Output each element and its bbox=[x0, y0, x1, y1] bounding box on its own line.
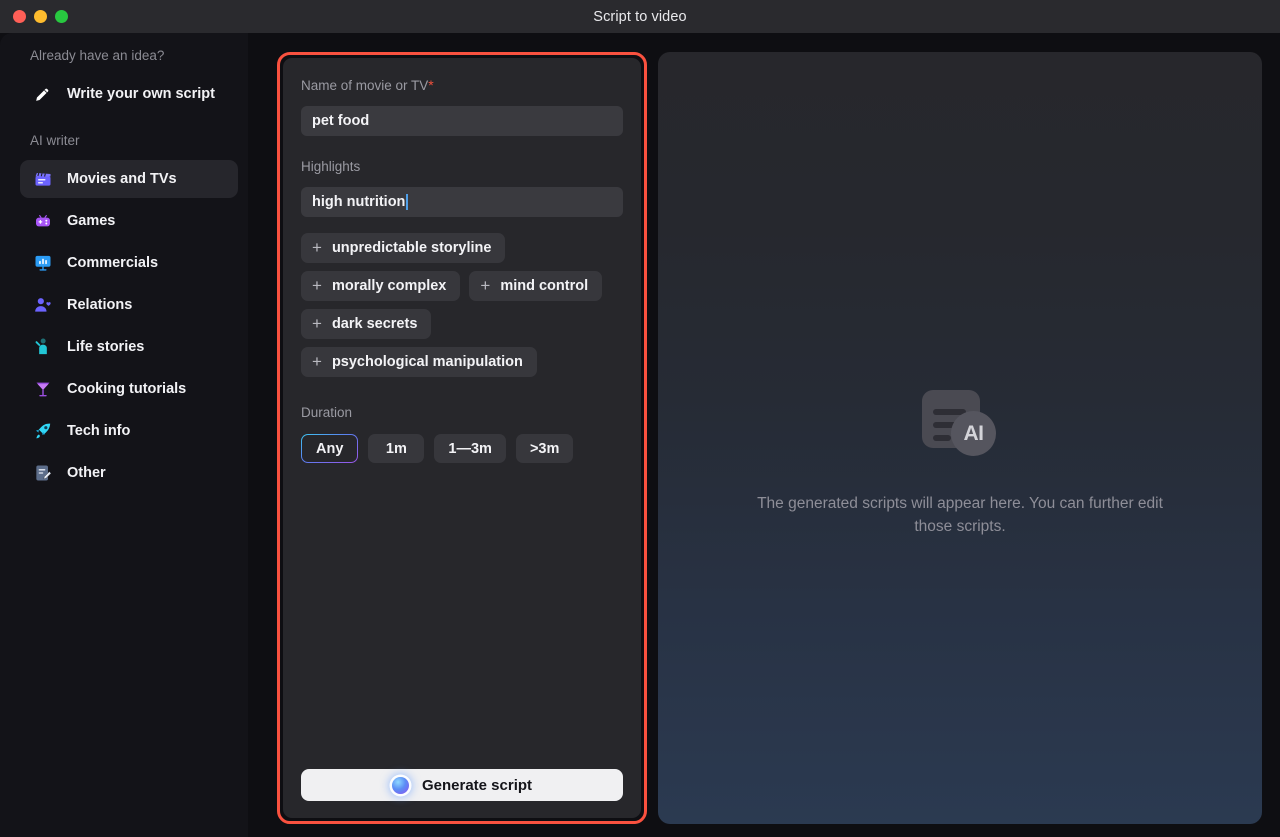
sidebar-item-commercials[interactable]: Commercials bbox=[20, 244, 238, 282]
app-body: Already have an idea? Write your own scr… bbox=[0, 33, 1280, 837]
sidebar-items-list: Movies and TVs Games Commercials Relatio… bbox=[0, 160, 248, 492]
chip-label: mind control bbox=[500, 278, 589, 294]
note-edit-icon bbox=[32, 463, 53, 484]
sidebar-item-tech-info[interactable]: Tech info bbox=[20, 412, 238, 450]
chip-unpredictable-storyline[interactable]: + unpredictable storyline bbox=[301, 233, 506, 263]
plus-icon: + bbox=[312, 238, 322, 257]
pencil-icon bbox=[32, 84, 53, 105]
duration-options: Any 1m 1—3m >3m bbox=[301, 434, 623, 463]
sidebar-ai-writer-label: AI writer bbox=[30, 133, 80, 148]
duration-option-label: 1m bbox=[385, 440, 407, 457]
duration-option-label: Any bbox=[316, 440, 344, 457]
clapperboard-icon bbox=[32, 169, 53, 190]
duration-option-1m[interactable]: 1m bbox=[368, 434, 425, 463]
sidebar-item-write-your-own-script[interactable]: Write your own script bbox=[20, 75, 238, 113]
chip-mind-control[interactable]: + mind control bbox=[469, 271, 603, 301]
plus-icon: + bbox=[312, 352, 322, 371]
sidebar-idea-section-label: Already have an idea? bbox=[30, 48, 165, 63]
duration-field-label: Duration bbox=[301, 405, 353, 420]
highlights-input-value: high nutrition bbox=[312, 194, 406, 210]
sidebar-item-relations[interactable]: Relations bbox=[20, 286, 238, 324]
sidebar-item-life-stories[interactable]: Life stories bbox=[20, 328, 238, 366]
script-preview-panel: AI The generated scripts will appear her… bbox=[658, 52, 1262, 824]
chip-psychological-manipulation[interactable]: + psychological manipulation bbox=[301, 347, 537, 377]
generate-script-label: Generate script bbox=[421, 776, 533, 794]
chip-dark-secrets[interactable]: + dark secrets bbox=[301, 309, 432, 339]
rocket-icon bbox=[32, 421, 53, 442]
sidebar-item-label: Cooking tutorials bbox=[67, 381, 187, 397]
sidebar-item-cooking-tutorials[interactable]: Cooking tutorials bbox=[20, 370, 238, 408]
name-field-label: Name of movie or TV* bbox=[301, 76, 623, 95]
window-titlebar: Script to video bbox=[0, 0, 1280, 33]
sidebar-item-label: Movies and TVs bbox=[67, 171, 177, 187]
sidebar-item-label: Tech info bbox=[67, 423, 131, 439]
sidebar-item-label: Commercials bbox=[67, 255, 159, 271]
highlights-field-label: Highlights bbox=[301, 159, 361, 174]
duration-option-label: >3m bbox=[529, 440, 560, 457]
duration-option-over-3m[interactable]: >3m bbox=[515, 434, 574, 463]
required-asterisk: * bbox=[428, 77, 434, 93]
chip-label: morally complex bbox=[331, 278, 447, 294]
presentation-chart-icon bbox=[32, 253, 53, 274]
preview-empty-state: AI The generated scripts will appear her… bbox=[658, 390, 1262, 538]
name-input[interactable]: pet food bbox=[301, 106, 623, 136]
sidebar-item-label: Games bbox=[67, 213, 116, 229]
preview-empty-message: The generated scripts will appear here. … bbox=[757, 495, 1163, 535]
person-waving-icon bbox=[32, 337, 53, 358]
chip-label: dark secrets bbox=[331, 316, 418, 332]
ai-badge: AI bbox=[951, 411, 996, 456]
sidebar: Already have an idea? Write your own scr… bbox=[0, 33, 248, 837]
sidebar-item-label: Life stories bbox=[67, 339, 145, 355]
generate-script-button[interactable]: Generate script bbox=[301, 769, 623, 801]
name-field-label-text: Name of movie or TV bbox=[301, 78, 429, 93]
sidebar-item-label: Relations bbox=[67, 297, 133, 313]
script-form-panel: Name of movie or TV* pet food Highlights… bbox=[283, 58, 641, 818]
sidebar-item-label: Write your own script bbox=[67, 86, 215, 102]
window-title: Script to video bbox=[593, 8, 687, 25]
sidebar-item-movies-and-tvs[interactable]: Movies and TVs bbox=[20, 160, 238, 198]
chip-label: unpredictable storyline bbox=[331, 240, 492, 256]
person-heart-icon bbox=[32, 295, 53, 316]
gamepad-icon bbox=[32, 211, 53, 232]
plus-icon: + bbox=[312, 314, 322, 333]
duration-option-label: 1—3m bbox=[448, 440, 492, 457]
highlight-suggestion-chips: + unpredictable storyline + morally comp… bbox=[301, 233, 623, 377]
document-line bbox=[933, 435, 951, 441]
plus-icon: + bbox=[480, 276, 491, 295]
form-panel-highlight-outline: Name of movie or TV* pet food Highlights… bbox=[277, 52, 647, 824]
highlights-input[interactable]: high nutrition bbox=[301, 187, 623, 217]
chip-morally-complex[interactable]: + morally complex bbox=[301, 271, 461, 301]
sidebar-item-games[interactable]: Games bbox=[20, 202, 238, 240]
duration-option-1-3m[interactable]: 1—3m bbox=[434, 434, 506, 463]
chip-label: psychological manipulation bbox=[331, 354, 523, 370]
ai-orb-icon bbox=[391, 776, 409, 794]
name-input-value: pet food bbox=[312, 113, 370, 129]
text-caret bbox=[406, 194, 409, 210]
duration-option-any[interactable]: Any bbox=[301, 434, 358, 463]
document-ai-icon: AI bbox=[922, 390, 998, 456]
cocktail-glass-icon bbox=[32, 379, 53, 400]
plus-icon: + bbox=[312, 276, 322, 295]
sidebar-item-other[interactable]: Other bbox=[20, 454, 238, 492]
sidebar-item-label: Other bbox=[67, 465, 106, 481]
